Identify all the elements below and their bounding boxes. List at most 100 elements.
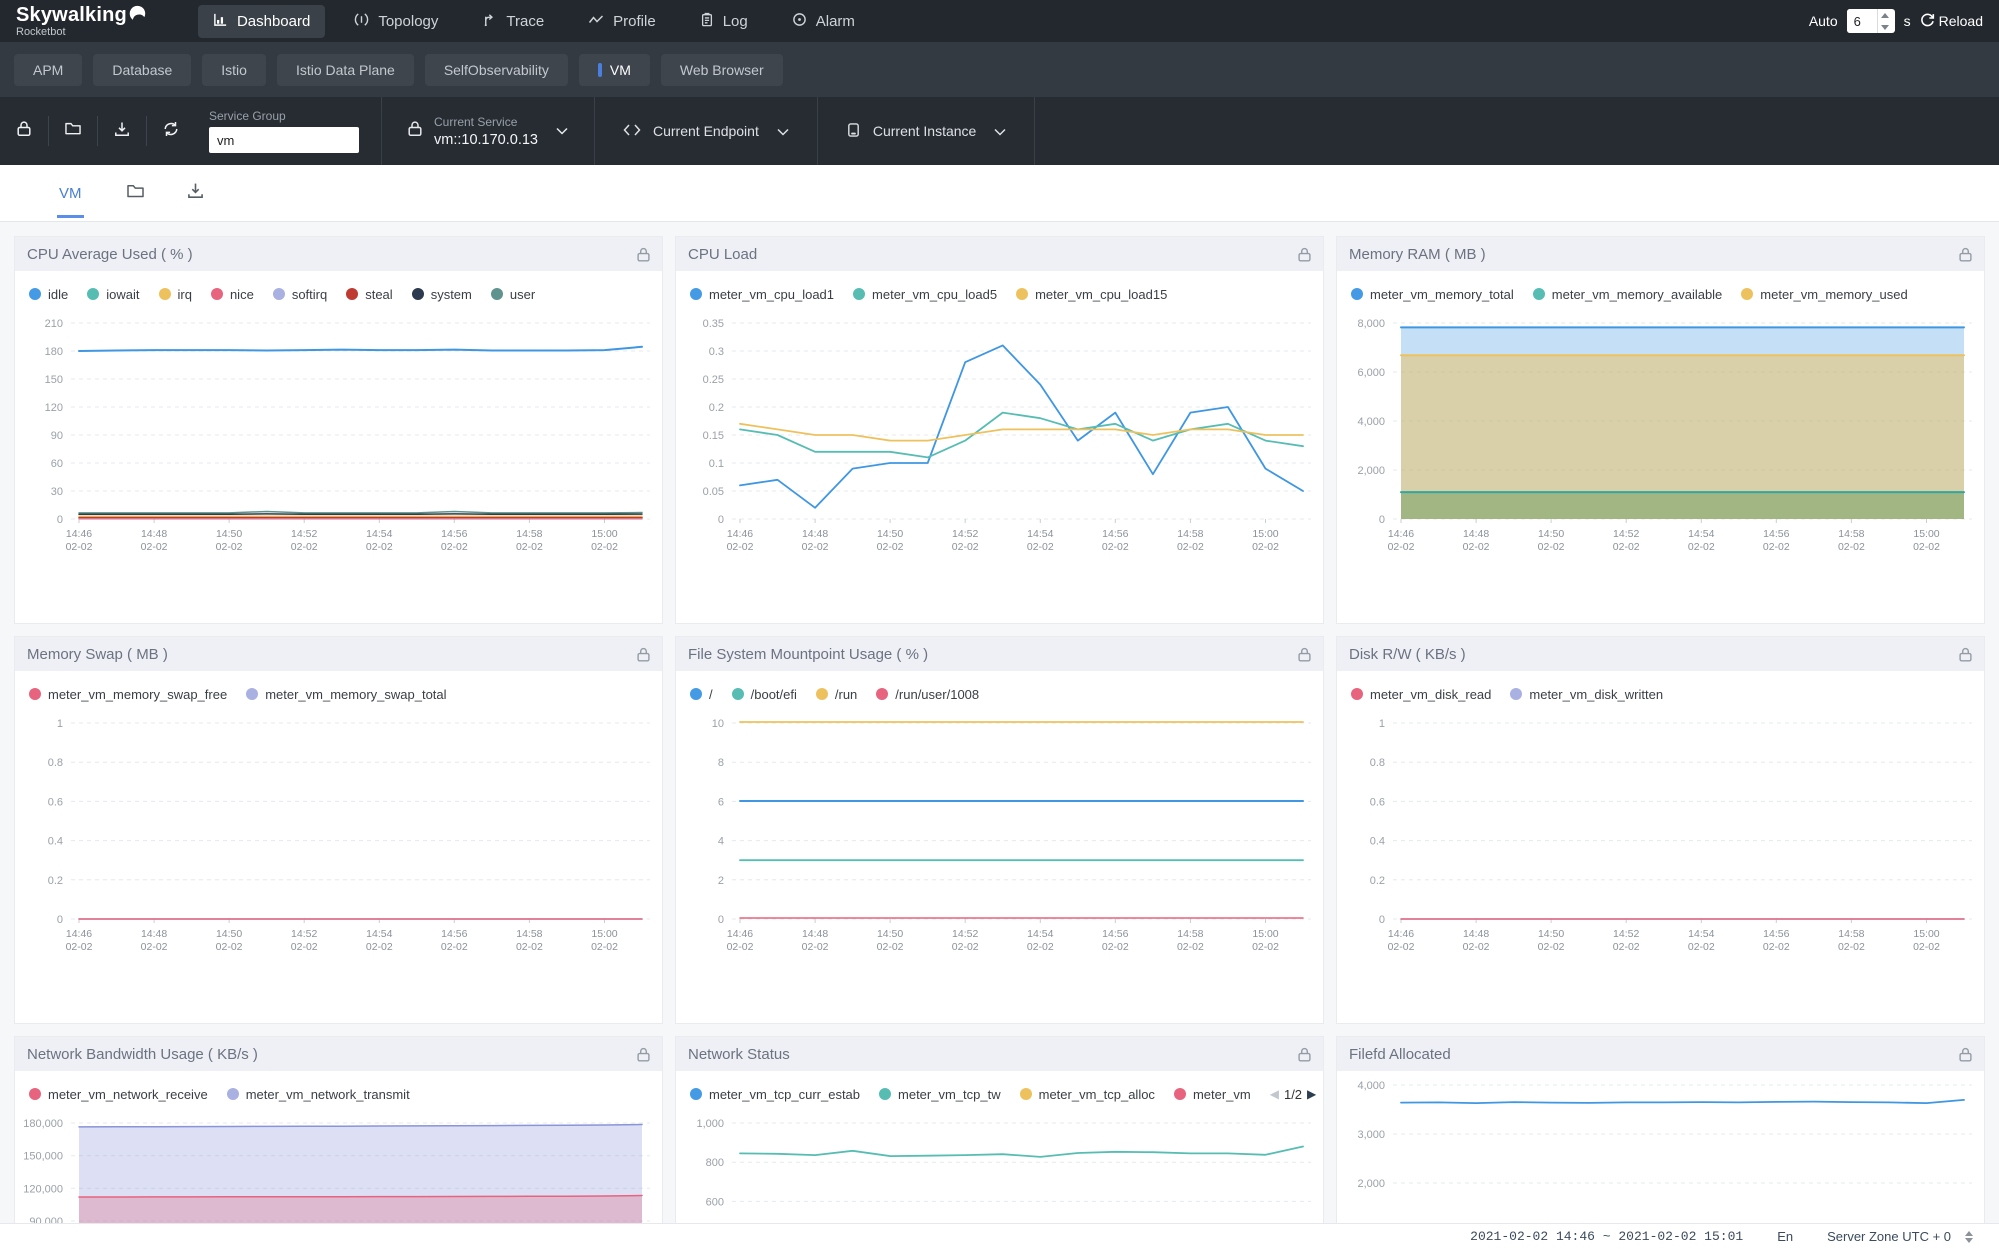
current-instance-select[interactable]: Current Instance — [822, 122, 1031, 141]
folder-button[interactable] — [49, 114, 97, 148]
legend-item-system[interactable]: system — [412, 287, 472, 302]
legend-item-meter-vm-tcp-curr-estab[interactable]: meter_vm_tcp_curr_estab — [690, 1087, 860, 1102]
svg-text:14:46: 14:46 — [66, 928, 92, 940]
nav-item-log[interactable]: Log — [685, 5, 763, 38]
spinner-up-icon[interactable] — [1878, 9, 1893, 21]
active-tab-indicator — [598, 63, 602, 77]
legend-dot — [1020, 1088, 1032, 1100]
legend-item-run[interactable]: /run — [816, 687, 857, 702]
workspace-tab-istio[interactable]: Istio — [202, 54, 266, 86]
legend-item-softirq[interactable]: softirq — [273, 287, 327, 302]
reload-button[interactable]: Reload — [1920, 12, 1983, 30]
workspace-tab-database[interactable]: Database — [93, 54, 191, 86]
nav-item-dashboard[interactable]: Dashboard — [198, 5, 325, 38]
legend-dot — [879, 1088, 891, 1100]
auto-interval-stepper[interactable] — [1847, 9, 1895, 33]
legend-item-meter-vm-cpu-load5[interactable]: meter_vm_cpu_load5 — [853, 287, 997, 302]
view-folder-button[interactable] — [126, 183, 145, 204]
nav-item-trace[interactable]: Trace — [467, 5, 559, 38]
spinner-down-icon[interactable] — [1965, 1238, 1973, 1243]
zone-stepper[interactable] — [1965, 1231, 1973, 1243]
legend-label: softirq — [292, 287, 327, 302]
current-instance-label: Current Instance — [873, 123, 977, 139]
legend-item-meter-vm-cpu-load15[interactable]: meter_vm_cpu_load15 — [1016, 287, 1167, 302]
export-button[interactable] — [98, 114, 146, 148]
legend-item-meter-vm-memory-total[interactable]: meter_vm_memory_total — [1351, 287, 1514, 302]
nav-item-topology[interactable]: Topology — [339, 5, 453, 38]
svg-text:14:48: 14:48 — [802, 928, 828, 940]
chart-canvas-memory-swap[interactable]: 10.80.60.40.2014:4602-0214:4802-0214:500… — [15, 709, 662, 1014]
nav-item-label: Alarm — [816, 13, 855, 30]
legend-item-irq[interactable]: irq — [159, 287, 192, 302]
nav-item-profile[interactable]: Profile — [573, 6, 671, 37]
legend-label: /boot/efi — [751, 687, 797, 702]
panel-lock-button[interactable] — [1959, 647, 1972, 662]
legend-next-icon[interactable]: ▶ — [1307, 1087, 1316, 1101]
current-service-select[interactable]: Current Service vm::10.170.0.13 — [386, 115, 590, 148]
legend-item-meter-vm-network-transmit[interactable]: meter_vm_network_transmit — [227, 1087, 410, 1102]
log-icon — [700, 12, 714, 31]
time-range-picker[interactable]: 2021-02-02 14:46 ~ 2021-02-02 15:01 — [1470, 1229, 1743, 1244]
legend-item-steal[interactable]: steal — [346, 287, 392, 302]
legend-item-meter-vm[interactable]: meter_vm — [1174, 1087, 1251, 1102]
legend-item-user[interactable]: user — [491, 287, 535, 302]
chart-canvas-fs-mountpoint-usage[interactable]: 108642014:4602-0214:4802-0214:5002-0214:… — [676, 709, 1323, 1014]
legend-item-meter-vm-tcp-alloc[interactable]: meter_vm_tcp_alloc — [1020, 1087, 1155, 1102]
chart-canvas-memory-ram[interactable]: 8,0006,0004,0002,000014:4602-0214:4802-0… — [1337, 309, 1984, 614]
legend-dot — [491, 288, 503, 300]
legend-item-meter-vm-disk-written[interactable]: meter_vm_disk_written — [1510, 687, 1663, 702]
legend-item-boot-efi[interactable]: /boot/efi — [732, 687, 797, 702]
auto-interval-input[interactable] — [1847, 9, 1877, 33]
nav-item-alarm[interactable]: Alarm — [777, 5, 870, 38]
legend-item-meter-vm-cpu-load1[interactable]: meter_vm_cpu_load1 — [690, 287, 834, 302]
panel-header: CPU Load — [676, 237, 1323, 271]
legend-item-meter-vm-memory-swap-total[interactable]: meter_vm_memory_swap_total — [246, 687, 446, 702]
legend-item-meter-vm-memory-used[interactable]: meter_vm_memory_used — [1741, 287, 1907, 302]
legend-prev-icon[interactable]: ◀ — [1270, 1087, 1279, 1101]
legend-item-nice[interactable]: nice — [211, 287, 254, 302]
language-toggle[interactable]: En — [1777, 1229, 1793, 1244]
svg-text:02-02: 02-02 — [1177, 941, 1204, 953]
workspace-tab-istio-data-plane[interactable]: Istio Data Plane — [277, 54, 414, 86]
current-endpoint-select[interactable]: Current Endpoint — [599, 123, 813, 139]
lock-button[interactable] — [0, 114, 48, 148]
spinner-up-icon[interactable] — [1965, 1231, 1973, 1236]
chart-canvas-cpu-load[interactable]: 0.350.30.250.20.150.10.05014:4602-0214:4… — [676, 309, 1323, 614]
view-tab-vm[interactable]: VM — [57, 168, 84, 218]
tab-label: Database — [112, 62, 172, 78]
panel-lock-button[interactable] — [637, 647, 650, 662]
legend-item-iowait[interactable]: iowait — [87, 287, 139, 302]
service-group-input[interactable] — [209, 127, 359, 153]
nav-item-label: Topology — [378, 13, 438, 30]
panel-lock-button[interactable] — [637, 247, 650, 262]
panel-lock-button[interactable] — [1298, 1047, 1311, 1062]
panel-lock-button[interactable] — [1298, 647, 1311, 662]
workspace-tab-vm[interactable]: VM — [579, 54, 650, 86]
legend-item-meter-vm-tcp-tw[interactable]: meter_vm_tcp_tw — [879, 1087, 1001, 1102]
panel-lock-button[interactable] — [1298, 247, 1311, 262]
view-export-button[interactable] — [187, 182, 204, 204]
legend-item-idle[interactable]: idle — [29, 287, 68, 302]
legend-item-run-user-1008[interactable]: /run/user/1008 — [876, 687, 979, 702]
svg-text:800: 800 — [706, 1157, 724, 1169]
brand-logo[interactable]: Skywalking Rocketbot — [16, 5, 146, 38]
workspace-tab-selfobservability[interactable]: SelfObservability — [425, 54, 568, 86]
svg-text:02-02: 02-02 — [591, 541, 618, 553]
chart-canvas-disk-rw[interactable]: 10.80.60.40.2014:4602-0214:4802-0214:500… — [1337, 709, 1984, 1014]
legend-item-[interactable]: / — [690, 687, 713, 702]
legend-item-meter-vm-memory-available[interactable]: meter_vm_memory_available — [1533, 287, 1723, 302]
workspace-tab-web-browser[interactable]: Web Browser — [661, 54, 783, 86]
chart-canvas-cpu-average-used[interactable]: 210180150120906030014:4602-0214:4802-021… — [15, 309, 662, 614]
svg-text:02-02: 02-02 — [952, 941, 979, 953]
refresh-button[interactable] — [147, 114, 195, 148]
legend-item-meter-vm-network-receive[interactable]: meter_vm_network_receive — [29, 1087, 208, 1102]
legend-item-meter-vm-memory-swap-free[interactable]: meter_vm_memory_swap_free — [29, 687, 227, 702]
panel-lock-button[interactable] — [637, 1047, 650, 1062]
legend-item-meter-vm-disk-read[interactable]: meter_vm_disk_read — [1351, 687, 1491, 702]
panel-lock-button[interactable] — [1959, 247, 1972, 262]
workspace-tab-apm[interactable]: APM — [14, 54, 82, 86]
svg-text:14:52: 14:52 — [952, 928, 978, 940]
spinner-down-icon[interactable] — [1878, 21, 1893, 33]
panel-header: Network Bandwidth Usage ( KB/s ) — [15, 1037, 662, 1071]
panel-lock-button[interactable] — [1959, 1047, 1972, 1062]
